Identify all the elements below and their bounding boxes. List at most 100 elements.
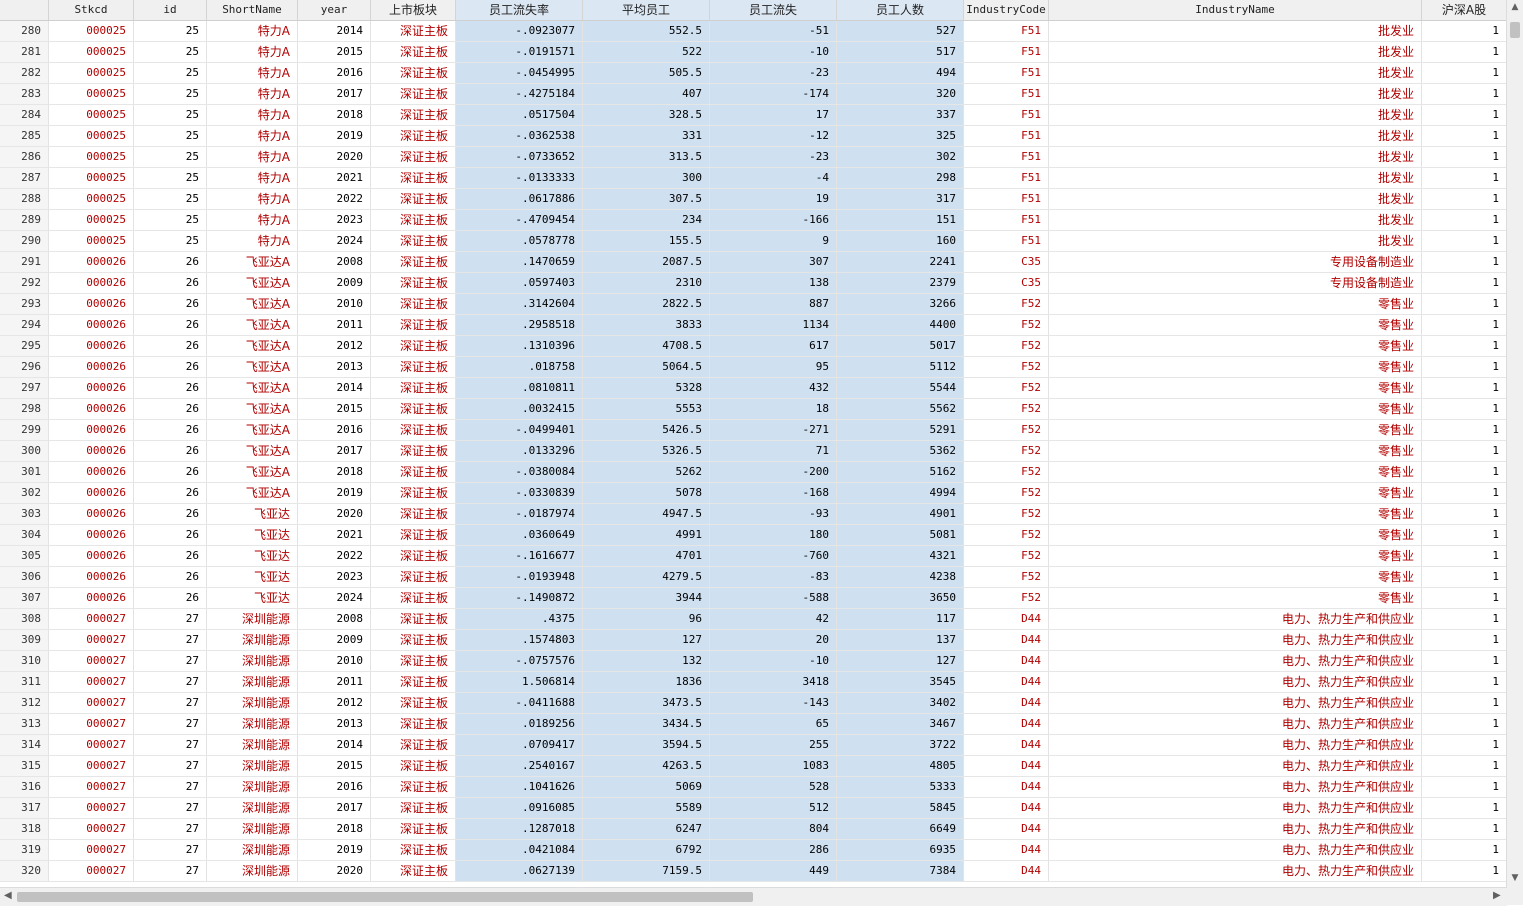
board-cell[interactable]: 深证主板 xyxy=(371,63,456,83)
year-cell[interactable]: 2019 xyxy=(298,126,371,146)
table-row[interactable]: 310 000027 27 深圳能源 2010 深证主板 -.0757576 132 -10 12… xyxy=(0,651,1507,672)
obs-cell[interactable]: 285 xyxy=(0,126,49,146)
board-cell[interactable]: 深证主板 xyxy=(371,441,456,461)
year-cell[interactable]: 2013 xyxy=(298,357,371,377)
shortname-cell[interactable]: 飞亚达 xyxy=(207,546,298,566)
employee-count-cell[interactable]: 5162 xyxy=(837,462,964,482)
a-share-cell[interactable]: 1 xyxy=(1422,231,1507,251)
avg-employees-cell[interactable]: 3833 xyxy=(583,315,710,335)
turnover-rate-cell[interactable]: -.0380084 xyxy=(456,462,583,482)
avg-employees-cell[interactable]: 4991 xyxy=(583,525,710,545)
avg-employees-cell[interactable]: 6792 xyxy=(583,840,710,860)
year-cell[interactable]: 2019 xyxy=(298,840,371,860)
employee-loss-cell[interactable]: -4 xyxy=(710,168,837,188)
id-cell[interactable]: 26 xyxy=(134,315,207,335)
employee-loss-cell[interactable]: 512 xyxy=(710,798,837,818)
stkcd-cell[interactable]: 000026 xyxy=(49,483,134,503)
board-cell[interactable]: 深证主板 xyxy=(371,819,456,839)
employee-loss-cell[interactable]: -168 xyxy=(710,483,837,503)
shortname-cell[interactable]: 飞亚达A xyxy=(207,462,298,482)
year-cell[interactable]: 2018 xyxy=(298,819,371,839)
id-cell[interactable]: 26 xyxy=(134,420,207,440)
table-row[interactable]: 294 000026 26 飞亚达A 2011 深证主板 .2958518 3833 1134 4… xyxy=(0,315,1507,336)
employee-count-cell[interactable]: 127 xyxy=(837,651,964,671)
employee-loss-cell[interactable]: 180 xyxy=(710,525,837,545)
employee-loss-cell[interactable]: 804 xyxy=(710,819,837,839)
employee-count-cell[interactable]: 3266 xyxy=(837,294,964,314)
header-listing-board[interactable]: 上市板块 xyxy=(371,0,456,20)
avg-employees-cell[interactable]: 1836 xyxy=(583,672,710,692)
obs-cell[interactable]: 303 xyxy=(0,504,49,524)
industry-name-cell[interactable]: 电力、热力生产和供应业 xyxy=(1049,651,1422,671)
turnover-rate-cell[interactable]: .0617886 xyxy=(456,189,583,209)
obs-cell[interactable]: 295 xyxy=(0,336,49,356)
industry-code-cell[interactable]: F52 xyxy=(964,294,1049,314)
shortname-cell[interactable]: 深圳能源 xyxy=(207,819,298,839)
table-row[interactable]: 302 000026 26 飞亚达A 2019 深证主板 -.0330839 5078 -168… xyxy=(0,483,1507,504)
id-cell[interactable]: 26 xyxy=(134,336,207,356)
turnover-rate-cell[interactable]: .1310396 xyxy=(456,336,583,356)
industry-name-cell[interactable]: 电力、热力生产和供应业 xyxy=(1049,609,1422,629)
stkcd-cell[interactable]: 000026 xyxy=(49,525,134,545)
employee-count-cell[interactable]: 5362 xyxy=(837,441,964,461)
id-cell[interactable]: 25 xyxy=(134,231,207,251)
year-cell[interactable]: 2023 xyxy=(298,567,371,587)
board-cell[interactable]: 深证主板 xyxy=(371,189,456,209)
a-share-cell[interactable]: 1 xyxy=(1422,105,1507,125)
table-row[interactable]: 314 000027 27 深圳能源 2014 深证主板 .0709417 3594.5 255… xyxy=(0,735,1507,756)
table-row[interactable]: 291 000026 26 飞亚达A 2008 深证主板 .1470659 2087.5 307… xyxy=(0,252,1507,273)
stkcd-cell[interactable]: 000027 xyxy=(49,714,134,734)
table-row[interactable]: 303 000026 26 飞亚达 2020 深证主板 -.0187974 4947.5 -93… xyxy=(0,504,1507,525)
employee-loss-cell[interactable]: 449 xyxy=(710,861,837,881)
avg-employees-cell[interactable]: 6247 xyxy=(583,819,710,839)
stkcd-cell[interactable]: 000025 xyxy=(49,84,134,104)
scroll-right-arrow-icon[interactable]: ▶ xyxy=(1493,890,1501,901)
id-cell[interactable]: 27 xyxy=(134,609,207,629)
a-share-cell[interactable]: 1 xyxy=(1422,693,1507,713)
id-cell[interactable]: 26 xyxy=(134,483,207,503)
employee-count-cell[interactable]: 517 xyxy=(837,42,964,62)
stkcd-cell[interactable]: 000026 xyxy=(49,273,134,293)
industry-name-cell[interactable]: 批发业 xyxy=(1049,147,1422,167)
a-share-cell[interactable]: 1 xyxy=(1422,273,1507,293)
shortname-cell[interactable]: 飞亚达A xyxy=(207,483,298,503)
stkcd-cell[interactable]: 000025 xyxy=(49,42,134,62)
id-cell[interactable]: 27 xyxy=(134,861,207,881)
shortname-cell[interactable]: 特力A xyxy=(207,210,298,230)
id-cell[interactable]: 27 xyxy=(134,735,207,755)
table-row[interactable]: 320 000027 27 深圳能源 2020 深证主板 .0627139 7159.5 449… xyxy=(0,861,1507,882)
avg-employees-cell[interactable]: 132 xyxy=(583,651,710,671)
industry-code-cell[interactable]: D44 xyxy=(964,735,1049,755)
employee-loss-cell[interactable]: 528 xyxy=(710,777,837,797)
shortname-cell[interactable]: 深圳能源 xyxy=(207,714,298,734)
avg-employees-cell[interactable]: 234 xyxy=(583,210,710,230)
industry-name-cell[interactable]: 批发业 xyxy=(1049,189,1422,209)
avg-employees-cell[interactable]: 7159.5 xyxy=(583,861,710,881)
a-share-cell[interactable]: 1 xyxy=(1422,714,1507,734)
year-cell[interactable]: 2016 xyxy=(298,777,371,797)
shortname-cell[interactable]: 深圳能源 xyxy=(207,735,298,755)
stkcd-cell[interactable]: 000027 xyxy=(49,693,134,713)
year-cell[interactable]: 2012 xyxy=(298,336,371,356)
a-share-cell[interactable]: 1 xyxy=(1422,672,1507,692)
id-cell[interactable]: 25 xyxy=(134,210,207,230)
employee-loss-cell[interactable]: 42 xyxy=(710,609,837,629)
industry-name-cell[interactable]: 批发业 xyxy=(1049,42,1422,62)
stkcd-cell[interactable]: 000025 xyxy=(49,147,134,167)
avg-employees-cell[interactable]: 2310 xyxy=(583,273,710,293)
board-cell[interactable]: 深证主板 xyxy=(371,861,456,881)
industry-name-cell[interactable]: 批发业 xyxy=(1049,63,1422,83)
avg-employees-cell[interactable]: 552.5 xyxy=(583,21,710,41)
obs-cell[interactable]: 293 xyxy=(0,294,49,314)
obs-cell[interactable]: 280 xyxy=(0,21,49,41)
industry-code-cell[interactable]: F51 xyxy=(964,210,1049,230)
industry-name-cell[interactable]: 批发业 xyxy=(1049,126,1422,146)
obs-cell[interactable]: 288 xyxy=(0,189,49,209)
a-share-cell[interactable]: 1 xyxy=(1422,126,1507,146)
a-share-cell[interactable]: 1 xyxy=(1422,315,1507,335)
turnover-rate-cell[interactable]: -.0733652 xyxy=(456,147,583,167)
board-cell[interactable]: 深证主板 xyxy=(371,420,456,440)
header-industry-code[interactable]: IndustryCode xyxy=(964,0,1049,20)
obs-cell[interactable]: 287 xyxy=(0,168,49,188)
turnover-rate-cell[interactable]: .2958518 xyxy=(456,315,583,335)
